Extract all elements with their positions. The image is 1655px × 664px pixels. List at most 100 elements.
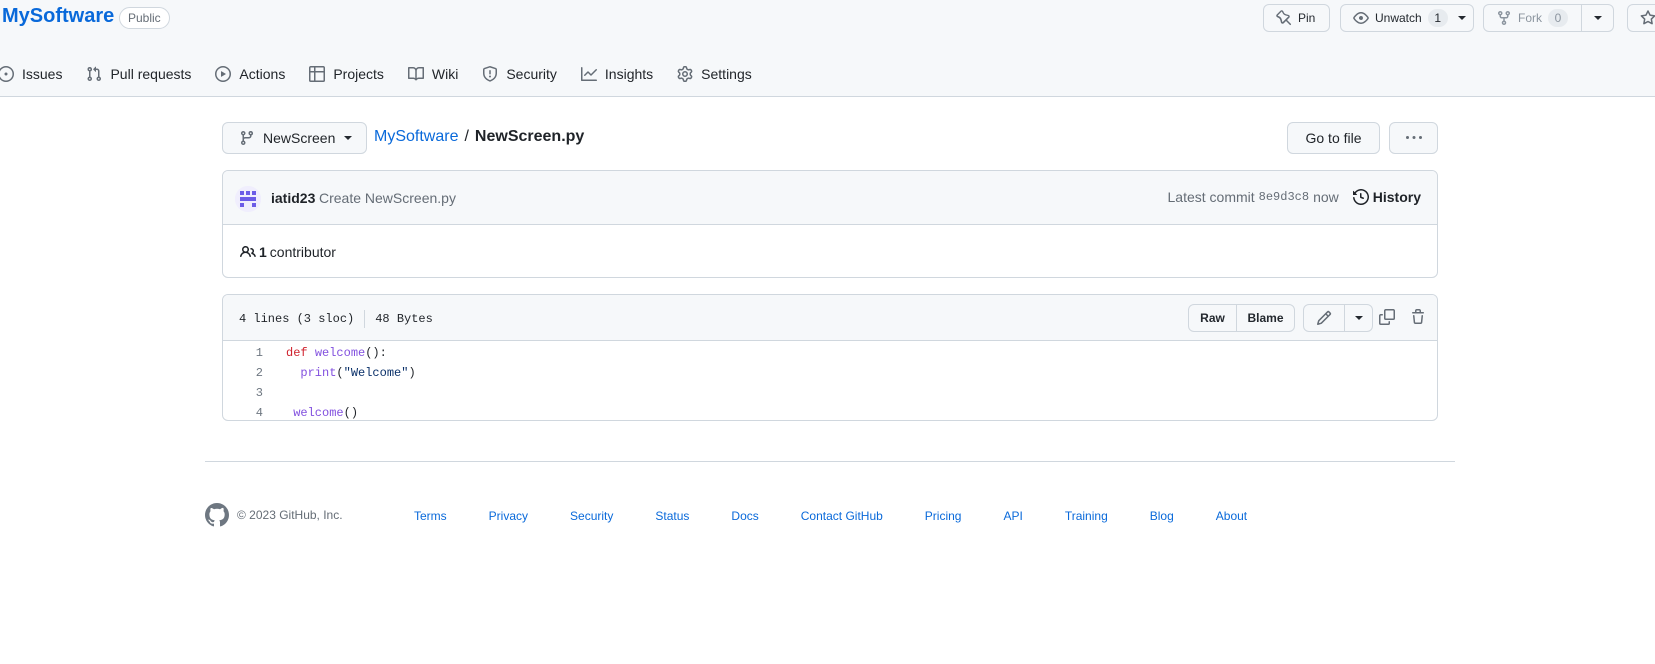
tab-label: Insights [604,66,654,82]
line-number[interactable]: 4 [223,406,263,420]
breadcrumb: MySoftware / NewScreen.py [374,128,584,146]
footer-link-terms[interactable]: Terms [414,509,447,523]
pencil-icon [1316,310,1332,326]
identicon-icon [235,186,261,212]
commit-meta: Latest commit 8e9d3c8 now History [1168,189,1421,205]
footer: © 2023 GitHub, Inc. [205,503,343,527]
pin-button[interactable]: Pin [1263,4,1330,32]
code-line: 4 welcome() [223,403,1437,420]
tab-wiki[interactable]: Wiki [400,58,466,90]
branch-icon [240,131,253,146]
chevron-down-icon [1354,316,1363,320]
line-number[interactable]: 3 [223,386,263,400]
code-text: print("Welcome") [300,366,416,380]
tab-pull-requests[interactable]: Pull requests [78,58,199,90]
history-label: History [1372,189,1421,205]
commit-header: iatid23 Create NewScreen.py Latest commi… [223,171,1437,225]
chevron-down-icon[interactable] [1457,16,1466,20]
blame-button[interactable]: Blame [1236,305,1294,331]
kebab-horizontal-icon [1405,136,1422,139]
edit-group [1303,304,1373,332]
branch-select-button[interactable]: NewScreen [222,122,367,154]
footer-link-about[interactable]: About [1216,509,1247,523]
table-icon [309,66,326,82]
file-size: 48 Bytes [375,312,433,326]
footer-link-docs[interactable]: Docs [731,509,758,523]
history-link[interactable]: History [1352,189,1421,205]
repo-header: MySoftware Public Pin Unwatch 1 Fork 0 I… [0,0,1655,97]
trash-icon[interactable] [1410,309,1426,325]
latest-commit-box: iatid23 Create NewScreen.py Latest commi… [222,170,1438,278]
tab-security[interactable]: Security [474,58,565,90]
footer-link-security[interactable]: Security [570,509,613,523]
footer-divider [205,461,1455,462]
pin-label: Pin [1298,11,1316,25]
code-line: 2 print("Welcome") [223,363,1437,383]
tab-settings[interactable]: Settings [669,58,760,90]
go-to-file-button[interactable]: Go to file [1287,122,1380,154]
fork-dropdown-button[interactable] [1582,5,1613,31]
file-lines-info: 4 lines (3 sloc) [239,312,355,326]
line-number[interactable]: 1 [223,346,263,360]
watch-count: 1 [1427,9,1448,27]
footer-links: Terms Privacy Security Status Docs Conta… [414,509,1247,523]
code-line: 1 def welcome(): [223,343,1437,363]
star-button[interactable] [1627,4,1655,32]
people-icon [240,245,256,257]
tab-insights[interactable]: Insights [573,58,661,90]
gear-icon [677,66,693,82]
footer-link-pricing[interactable]: Pricing [925,509,962,523]
graph-icon [580,67,597,81]
footer-link-status[interactable]: Status [655,509,689,523]
tab-projects[interactable]: Projects [301,58,392,90]
history-icon [1352,189,1369,205]
commit-author[interactable]: iatid23 [271,190,315,206]
chevron-down-icon [1593,16,1602,20]
raw-blame-group: Raw Blame [1188,304,1295,332]
play-icon [215,66,232,82]
copy-icon[interactable] [1379,309,1395,325]
commit-message[interactable]: Create NewScreen.py [319,190,456,206]
unwatch-button[interactable]: Unwatch 1 [1340,4,1474,32]
code-view[interactable]: 1 def welcome(): 2 print("Welcome") 3 4 … [223,341,1437,420]
tab-label: Settings [701,66,752,82]
chevron-down-icon [344,136,353,140]
footer-link-contact[interactable]: Contact GitHub [801,509,883,523]
pull-request-icon [87,66,102,82]
branch-name: NewScreen [263,130,336,146]
commit-sha[interactable]: 8e9d3c8 [1259,190,1309,204]
contributor-label: contributor [269,243,336,260]
code-line: 3 [223,383,1437,403]
tab-actions[interactable]: Actions [207,58,293,90]
file-viewer: 4 lines (3 sloc) 48 Bytes Raw Blame 1 de… [222,294,1438,421]
tab-label: Projects [333,66,384,82]
github-logo-icon[interactable] [205,503,229,527]
breadcrumb-separator: / [464,128,469,145]
code-text: def welcome(): [286,346,387,360]
commit-time: now [1313,189,1339,205]
avatar[interactable] [235,186,261,212]
tab-label: Issues [22,66,63,82]
latest-commit-label: Latest commit [1167,189,1255,205]
fork-button-group: Fork 0 [1483,4,1614,32]
breadcrumb-repo-link[interactable]: MySoftware [374,128,458,146]
unwatch-label: Unwatch [1375,11,1422,25]
contributors-row[interactable]: 1 contributor [223,225,1437,277]
footer-link-blog[interactable]: Blog [1150,509,1174,523]
issue-icon [0,66,14,82]
edit-dropdown-button[interactable] [1344,305,1372,331]
tab-label: Security [506,66,557,82]
fork-button[interactable]: Fork 0 [1484,5,1583,31]
tab-issues[interactable]: Issues [0,58,70,90]
star-icon [1640,10,1655,25]
footer-link-privacy[interactable]: Privacy [489,509,528,523]
edit-button[interactable] [1304,305,1344,331]
visibility-badge: Public [119,7,170,29]
more-options-button[interactable] [1389,122,1438,154]
footer-link-training[interactable]: Training [1065,509,1108,523]
footer-link-api[interactable]: API [1003,509,1022,523]
line-number[interactable]: 2 [223,366,263,380]
contributor-count: 1 [259,243,267,260]
raw-button[interactable]: Raw [1189,305,1236,331]
repo-name-link[interactable]: MySoftware [2,5,114,28]
